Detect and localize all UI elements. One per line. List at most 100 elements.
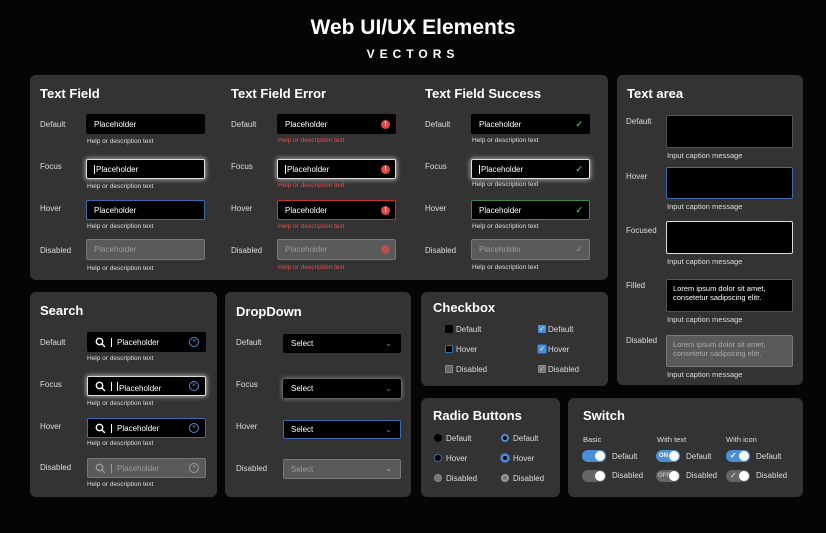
search-input-focus[interactable]: Placeholder ×	[87, 376, 206, 396]
check-icon: ✓	[575, 119, 583, 129]
error-help-text: Help or description text	[278, 264, 345, 271]
success-field-hover[interactable]: Placeholder ✓	[471, 200, 590, 220]
placeholder-text: Placeholder	[94, 119, 137, 129]
placeholder-text: Placeholder	[479, 119, 522, 129]
dropdown-default[interactable]: Select ⌄	[283, 334, 401, 353]
state-label-disabled: Disabled	[236, 464, 268, 473]
checkbox-checked-default[interactable]: ✓	[538, 325, 546, 333]
error-field-focus[interactable]: Placeholder!	[277, 159, 396, 179]
placeholder-text: Placeholder	[479, 205, 522, 215]
help-text: Help or description text	[472, 264, 539, 271]
divider	[111, 424, 112, 433]
state-label-focus: Focus	[231, 162, 253, 171]
header-subtitle: VECTORS	[366, 47, 460, 61]
help-text: Help or description text	[87, 265, 154, 272]
error-help-text: Help or description text	[278, 137, 345, 144]
checkbox-unchecked-disabled	[445, 365, 453, 373]
radio-selected-disabled	[501, 474, 509, 482]
placeholder-text: Placeholder	[94, 245, 137, 254]
text-field-panel: Text Field Text Field Error Text Field S…	[30, 75, 608, 280]
input-caption: Input caption message	[667, 257, 743, 266]
text-caret	[94, 164, 95, 174]
switch-title: Switch	[583, 408, 625, 423]
switch-on-text: ON	[659, 452, 668, 459]
text-area-hover[interactable]	[666, 167, 793, 199]
error-field-default[interactable]: Placeholder!	[277, 114, 396, 134]
help-text: Help or description text	[87, 223, 154, 230]
header-title: Web UI/UX Elements	[310, 16, 516, 39]
checkbox-panel: Checkbox Default Hover Disabled ✓ Defaul…	[421, 292, 608, 386]
switch-heading-basic: Basic	[583, 435, 602, 444]
search-input-disabled: Placeholder ×	[87, 458, 206, 478]
text-field-disabled: Placeholder	[86, 239, 205, 260]
checkbox-unchecked-default[interactable]	[445, 325, 453, 333]
text-area-filled[interactable]: Lorem ipsum dolor sit amet, consetetur s…	[666, 279, 793, 312]
radio-title: Radio Buttons	[433, 408, 522, 423]
placeholder-text: Placeholder	[96, 164, 139, 174]
radio-hover[interactable]	[434, 454, 442, 462]
placeholder-text: Placeholder	[481, 164, 524, 174]
clear-icon[interactable]: ×	[189, 337, 199, 347]
text-field-success-title: Text Field Success	[425, 86, 542, 101]
help-text: Help or description text	[472, 137, 539, 144]
placeholder-text: Placeholder	[117, 382, 161, 393]
error-icon: !	[381, 165, 390, 174]
text-area-panel: Text area Default Input caption message …	[617, 75, 803, 385]
error-field-hover[interactable]: Placeholder!	[277, 200, 396, 220]
dropdown-value: Select	[291, 425, 314, 434]
state-label-default: Default	[40, 120, 66, 129]
state-label-filled: Filled	[626, 281, 646, 290]
state-label-hover: Hover	[236, 422, 258, 431]
radio-selected-default[interactable]	[501, 434, 509, 442]
radio-default[interactable]	[434, 434, 442, 442]
state-label-focus: Focus	[40, 380, 62, 389]
input-caption: Input caption message	[667, 370, 743, 379]
switch-label: Default	[686, 452, 712, 461]
help-text: Help or description text	[472, 181, 539, 188]
clear-icon[interactable]: ×	[189, 381, 199, 391]
chevron-down-icon: ⌄	[385, 464, 392, 473]
switch-heading-with-text: With text	[657, 435, 687, 444]
radio-selected-hover[interactable]	[501, 454, 509, 462]
checkbox-checked-hover[interactable]: ✓	[538, 345, 546, 353]
text-field-focus[interactable]: Placeholder	[86, 159, 205, 179]
icon-switch-on[interactable]: ✓	[726, 450, 750, 462]
search-icon	[95, 463, 106, 474]
switch-label: Default	[756, 452, 782, 461]
placeholder-text: Placeholder	[285, 205, 328, 215]
dropdown-focus[interactable]: Select ⌄	[283, 379, 401, 398]
state-label-disabled: Disabled	[626, 336, 658, 345]
radio-label: Disabled	[513, 474, 545, 483]
help-text: Help or description text	[87, 440, 154, 447]
state-label-disabled: Disabled	[40, 246, 72, 255]
state-label-hover: Hover	[626, 172, 648, 181]
state-label-default: Default	[40, 338, 66, 347]
radio-label: Default	[513, 434, 539, 443]
checkbox-label: Default	[456, 325, 482, 334]
text-area-focused[interactable]	[666, 221, 793, 254]
search-input-default[interactable]: Placeholder ×	[87, 332, 206, 352]
checkbox-label: Default	[548, 325, 574, 334]
dropdown-hover[interactable]: Select ⌄	[283, 420, 401, 439]
input-caption: Input caption message	[667, 315, 743, 324]
placeholder-text: Placeholder	[479, 245, 522, 254]
icon-switch-disabled: ✓	[726, 470, 750, 482]
text-switch-on[interactable]: ON	[656, 450, 680, 462]
success-field-focus[interactable]: Placeholder ✓	[471, 159, 590, 179]
basic-switch-on[interactable]	[582, 450, 606, 462]
checkbox-unchecked-hover[interactable]	[445, 345, 453, 353]
text-field-default[interactable]: Placeholder	[86, 114, 205, 134]
text-field-hover[interactable]: Placeholder	[86, 200, 205, 220]
dropdown-title: DropDown	[236, 304, 302, 319]
success-field-default[interactable]: Placeholder ✓	[471, 114, 590, 134]
error-icon: !	[381, 206, 390, 215]
error-help-text: Help or description text	[278, 223, 345, 230]
state-label-disabled: Disabled	[425, 246, 457, 255]
check-icon: ✓	[575, 244, 583, 254]
search-input-hover[interactable]: Placeholder ×	[87, 418, 206, 438]
switch-knob	[669, 451, 679, 461]
checkbox-label: Hover	[548, 345, 570, 354]
text-area-default[interactable]	[666, 115, 793, 148]
search-icon	[95, 423, 106, 434]
clear-icon[interactable]: ×	[189, 423, 199, 433]
